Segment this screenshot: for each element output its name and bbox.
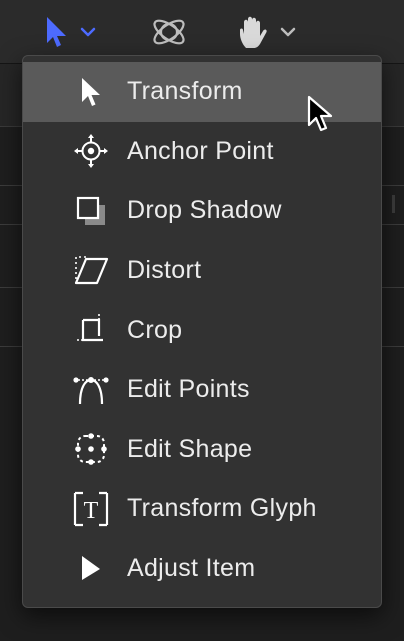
menu-item-distort[interactable]: Distort [23, 241, 381, 301]
select-arrow-icon [44, 15, 70, 49]
menu-item-label: Transform Glyph [127, 494, 317, 523]
menu-item-label: Transform [127, 77, 243, 106]
scroll-handle [392, 195, 395, 213]
menu-item-label: Crop [127, 315, 183, 344]
select-tool-button[interactable] [44, 10, 96, 54]
menu-item-label: Edit Shape [127, 434, 253, 463]
menu-item-edit-shape[interactable]: Edit Shape [23, 420, 381, 480]
menu-item-label: Distort [127, 256, 202, 285]
adjust-item-icon [71, 549, 111, 589]
distort-icon [71, 251, 111, 291]
menu-item-crop[interactable]: Crop [23, 300, 381, 360]
crop-icon [71, 310, 111, 350]
drop-shadow-icon [71, 191, 111, 231]
menu-item-edit-points[interactable]: Edit Points [23, 360, 381, 420]
menu-item-transform-glyph[interactable]: T Transform Glyph [23, 479, 381, 539]
menu-item-label: Adjust Item [127, 554, 256, 583]
edit-shape-icon [71, 429, 111, 469]
3d-orbit-tool-button[interactable] [150, 10, 188, 54]
menu-item-label: Edit Points [127, 375, 250, 404]
anchor-point-icon [71, 131, 111, 171]
edit-points-icon [71, 370, 111, 410]
chevron-down-icon[interactable] [80, 26, 96, 38]
menu-item-label: Anchor Point [127, 136, 274, 165]
transform-glyph-icon: T [71, 489, 111, 529]
menu-item-drop-shadow[interactable]: Drop Shadow [23, 181, 381, 241]
menu-item-adjust-item[interactable]: Adjust Item [23, 539, 381, 599]
pan-hand-icon [238, 14, 270, 50]
mouse-cursor-icon [306, 95, 336, 140]
chevron-down-icon[interactable] [280, 26, 296, 38]
3d-orbit-icon [150, 13, 188, 51]
svg-text:T: T [84, 498, 99, 524]
menu-item-label: Drop Shadow [127, 196, 282, 225]
arrow-pointer-icon [71, 72, 111, 112]
pan-tool-button[interactable] [238, 10, 296, 54]
